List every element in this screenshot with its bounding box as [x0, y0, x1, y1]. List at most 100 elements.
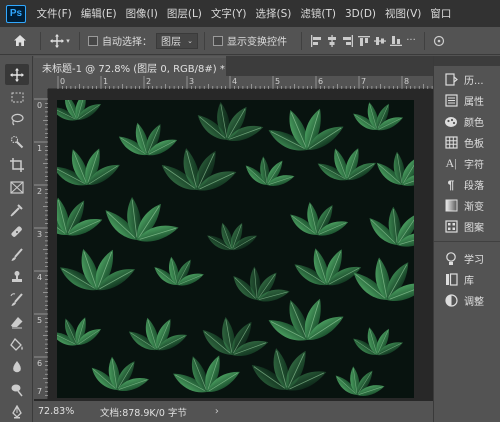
- panel-history[interactable]: 历...: [434, 69, 500, 90]
- more-options-icon[interactable]: ···: [404, 33, 418, 49]
- panel-color[interactable]: 颜色: [434, 111, 500, 132]
- menu-layer[interactable]: 图层(L): [162, 6, 206, 21]
- chevron-right-icon[interactable]: ›: [215, 406, 219, 417]
- status-bar: 72.83% 文档:878.9K/0 字节 ›: [34, 401, 433, 422]
- panel-label: 色板: [464, 139, 484, 150]
- panel-properties[interactable]: 属性: [434, 90, 500, 111]
- ruler-label: 2: [37, 187, 43, 196]
- auto-select-label: 自动选择：: [102, 37, 152, 48]
- divider: [424, 31, 425, 50]
- panel-label: 段落: [464, 181, 484, 192]
- blur-tool-icon[interactable]: [5, 357, 29, 378]
- tools-panel-header: [0, 56, 32, 64]
- ruler-label: 7: [37, 387, 43, 396]
- divider: [204, 31, 205, 50]
- menu-bar: Ps 文件(F) 编辑(E) 图像(I) 图层(L) 文字(Y) 选择(S) 滤…: [0, 0, 500, 27]
- eraser-tool-icon[interactable]: [5, 312, 29, 333]
- panels-dock: 历... 属性 颜色 色板 A| 字符 ¶ 段落 渐变 图案 学习 库 调整: [433, 56, 500, 422]
- menu-filter[interactable]: 滤镜(T): [296, 6, 341, 21]
- divider: [79, 31, 80, 50]
- ruler-label: 3: [37, 230, 43, 239]
- menu-image[interactable]: 图像(I): [121, 6, 162, 21]
- crop-tool-icon[interactable]: [5, 154, 29, 175]
- brush-tool-icon[interactable]: [5, 244, 29, 265]
- panel-paragraph[interactable]: ¶ 段落: [434, 174, 500, 195]
- menu-3d[interactable]: 3D(D): [340, 8, 380, 20]
- menu-type[interactable]: 文字(Y): [206, 6, 251, 21]
- auto-select-target-dropdown[interactable]: 图层 ⌄: [156, 32, 198, 49]
- document-tab[interactable]: 未标题-1 @ 72.8% (图层 0, RGB/8#) * ×: [34, 56, 241, 76]
- quick-selection-tool-icon[interactable]: [5, 132, 29, 153]
- ruler-label: 7: [361, 77, 367, 86]
- eyedropper-tool-icon[interactable]: [5, 199, 29, 220]
- history-icon: [443, 73, 459, 87]
- chevron-down-icon: ▾: [66, 36, 70, 45]
- frame-tool-icon[interactable]: [5, 177, 29, 198]
- document-tab-title: 未标题-1 @ 72.8% (图层 0, RGB/8#) *: [42, 63, 225, 75]
- panel-label: 历...: [464, 76, 484, 87]
- dodge-tool-icon[interactable]: [5, 379, 29, 400]
- panel-label: 颜色: [464, 118, 484, 129]
- align-left-icon[interactable]: [308, 33, 324, 49]
- show-transform-label: 显示变换控件: [227, 37, 287, 48]
- panel-swatches[interactable]: 色板: [434, 132, 500, 153]
- menu-window[interactable]: 窗口: [426, 6, 456, 21]
- marquee-tool-icon[interactable]: [5, 87, 29, 108]
- align-bottom-icon[interactable]: [388, 33, 404, 49]
- panel-label: 渐变: [464, 202, 484, 213]
- swatches-icon: [443, 136, 459, 150]
- menu-file[interactable]: 文件(F): [32, 6, 76, 21]
- 3d-mode-icon[interactable]: [431, 33, 447, 49]
- ruler-label: 1: [37, 144, 43, 153]
- ruler-label: 2: [146, 77, 152, 86]
- ruler-label: 8: [404, 77, 410, 86]
- options-bar: ▾ 自动选择： 图层 ⌄ 显示变换控件 ···: [0, 27, 500, 55]
- panel-character[interactable]: A| 字符: [434, 153, 500, 174]
- document-canvas[interactable]: [57, 100, 414, 398]
- panel-gradients[interactable]: 渐变: [434, 195, 500, 216]
- panel-label: 字符: [464, 160, 484, 171]
- color-icon: [443, 115, 459, 129]
- leaf-photo-image: [57, 100, 414, 398]
- panel-adjustments[interactable]: 调整: [434, 290, 500, 311]
- panel-dock-header: [434, 56, 500, 66]
- canvas-scroll-area[interactable]: [414, 100, 433, 398]
- vertical-ruler: 0 1 2 3 4 5 6 7: [34, 89, 48, 399]
- paint-bucket-tool-icon[interactable]: [5, 334, 29, 355]
- learn-icon: [443, 251, 459, 266]
- panel-label: 属性: [464, 97, 484, 108]
- history-brush-tool-icon[interactable]: [5, 289, 29, 310]
- align-center-icon[interactable]: [324, 33, 340, 49]
- panel-libraries[interactable]: 库: [434, 269, 500, 290]
- align-right-icon[interactable]: [340, 33, 356, 49]
- clone-stamp-tool-icon[interactable]: [5, 267, 29, 288]
- menu-edit[interactable]: 编辑(E): [76, 6, 121, 21]
- ruler-label: 0: [60, 77, 66, 86]
- ruler-label: 0: [37, 101, 43, 110]
- ruler-label: 4: [232, 77, 238, 86]
- move-tool-preset-icon[interactable]: ▾: [47, 31, 73, 51]
- menu-view[interactable]: 视图(V): [381, 6, 426, 21]
- menu-select[interactable]: 选择(S): [251, 6, 296, 21]
- photoshop-logo-icon: Ps: [6, 4, 26, 23]
- adjustments-icon: [443, 294, 459, 308]
- chevron-down-icon: ⌄: [187, 36, 193, 45]
- panel-label: 学习: [464, 255, 484, 266]
- align-middle-icon[interactable]: [372, 33, 388, 49]
- show-transform-checkbox[interactable]: [213, 35, 223, 46]
- character-icon: A|: [445, 156, 457, 170]
- dropdown-value: 图层: [161, 37, 181, 48]
- horizontal-ruler: 0 1 2 3 4 5 6 7 8: [48, 76, 433, 89]
- align-top-icon[interactable]: [356, 33, 372, 49]
- panel-learn[interactable]: 学习: [434, 248, 500, 269]
- healing-brush-tool-icon[interactable]: [5, 222, 29, 243]
- panel-patterns[interactable]: 图案: [434, 216, 500, 237]
- panel-label: 调整: [464, 297, 484, 308]
- lasso-tool-icon[interactable]: [5, 109, 29, 130]
- zoom-level-field[interactable]: 72.83%: [38, 404, 78, 419]
- pen-tool-icon[interactable]: [5, 402, 29, 422]
- auto-select-checkbox[interactable]: [88, 35, 98, 46]
- photoshop-window: Ps 文件(F) 编辑(E) 图像(I) 图层(L) 文字(Y) 选择(S) 滤…: [0, 0, 500, 422]
- home-icon[interactable]: [6, 29, 34, 53]
- move-tool-icon[interactable]: [5, 64, 29, 85]
